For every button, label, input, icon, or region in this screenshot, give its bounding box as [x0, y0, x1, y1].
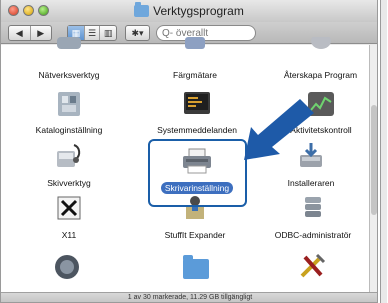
- odbc-administrator-icon: [305, 197, 321, 217]
- network-utility-icon: [57, 37, 81, 49]
- item-activity-monitor[interactable]: Aktivitetskontroll: [267, 90, 375, 135]
- adjacent-window-bar: [380, 0, 387, 303]
- scrollbar-thumb[interactable]: [371, 105, 377, 215]
- x11-icon: [57, 196, 81, 220]
- vertical-scrollbar[interactable]: [369, 45, 377, 292]
- selection-highlight-frame: [148, 139, 247, 207]
- title-bar[interactable]: Verktygsprogram: [1, 0, 377, 22]
- window-title-text: Verktygsprogram: [153, 4, 244, 18]
- item-restore-program[interactable]: Återskapa Program: [263, 33, 377, 80]
- item-label: X11: [61, 230, 77, 240]
- item-label: Återskapa Program: [283, 70, 358, 80]
- adjacent-window-edge: [378, 0, 388, 303]
- console-icon: [184, 92, 210, 114]
- status-bar: 1 av 30 markerade, 11.29 GB tillgängligt: [1, 292, 377, 302]
- item-color-meter[interactable]: Färgmätare: [145, 37, 245, 80]
- item-label: Aktivitetskontroll: [290, 125, 352, 135]
- tools-icon[interactable]: [297, 251, 327, 281]
- color-meter-icon: [185, 37, 205, 49]
- item-installer[interactable]: Installeraren: [261, 141, 361, 188]
- item-label: Installeraren: [287, 178, 335, 188]
- item-label: Systemmeddelanden: [157, 125, 237, 135]
- item-label: Nätverksverktyg: [38, 70, 100, 80]
- finder-window: Verktygsprogram ◀ ▶ ▦ ☰ ▥ ✱▾ Nätverksver…: [0, 0, 378, 303]
- item-network-utility[interactable]: Nätverksverktyg: [19, 37, 119, 80]
- activity-monitor-icon: [308, 92, 334, 116]
- item-label: Skivverktyg: [47, 178, 91, 188]
- folder-icon[interactable]: [181, 251, 211, 281]
- item-disk-utility[interactable]: Skivverktyg: [13, 141, 125, 188]
- directory-setup-icon: [58, 92, 80, 116]
- item-label: ODBC-administratör: [274, 230, 352, 240]
- folder-icon: [134, 2, 150, 17]
- item-x11[interactable]: X11: [19, 195, 119, 240]
- restore-program-icon: [310, 33, 331, 49]
- utility-icon[interactable]: [53, 253, 81, 281]
- installer-icon: [300, 143, 322, 167]
- item-label: Kataloginställning: [35, 125, 103, 135]
- item-odbc-administrator[interactable]: ODBC-administratör: [259, 193, 367, 240]
- item-label: Färgmätare: [173, 70, 217, 80]
- item-directory-setup[interactable]: Kataloginställning: [13, 90, 125, 135]
- window-title: Verktygsprogram: [1, 2, 377, 18]
- status-text: 1 av 30 markerade, 11.29 GB tillgängligt: [127, 294, 253, 301]
- disk-utility-icon: [57, 144, 81, 167]
- item-console[interactable]: Systemmeddelanden: [139, 90, 255, 135]
- item-label: StuffIt Expander: [164, 230, 226, 240]
